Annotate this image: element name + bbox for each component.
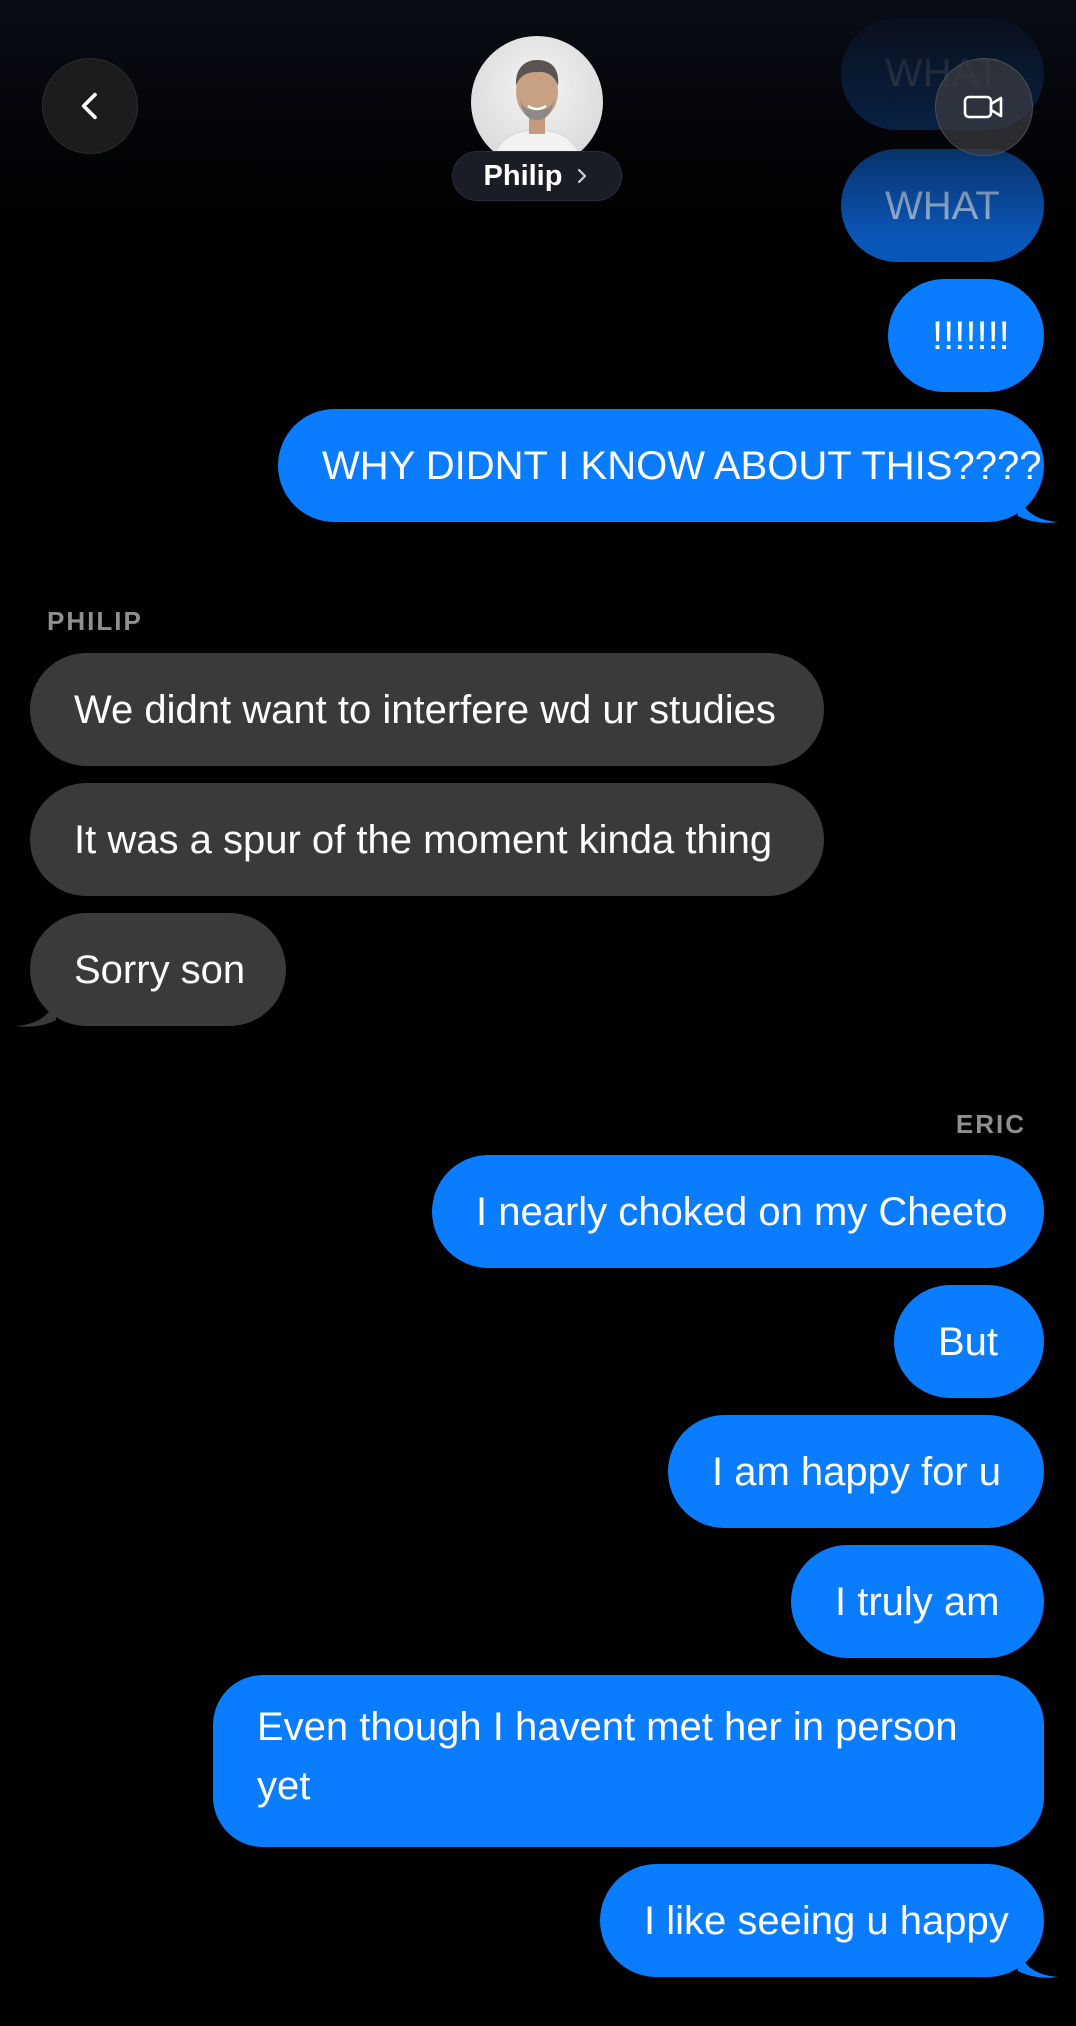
contact-name: Philip	[483, 159, 563, 192]
chevron-right-icon	[574, 166, 590, 186]
video-call-button[interactable]	[935, 58, 1033, 156]
message-text: !!!!!!!	[932, 314, 1010, 358]
message-bubble-outgoing[interactable]: WHY DIDNT I KNOW ABOUT THIS????	[278, 409, 1058, 523]
video-camera-icon	[963, 92, 1005, 122]
chevron-left-icon	[73, 89, 107, 123]
message-text: I truly am	[835, 1580, 1000, 1624]
message-bubble-outgoing[interactable]: I truly am	[791, 1545, 1044, 1658]
bubble-tail	[16, 998, 56, 1027]
contact-name-button[interactable]: Philip	[452, 151, 622, 201]
message-text: I like seeing u happy	[644, 1899, 1009, 1943]
sender-label: ERIC	[955, 1109, 1026, 1139]
message-text: We didnt want to interfere wd ur studies	[74, 688, 776, 732]
message-text: WHY DIDNT I KNOW ABOUT THIS????	[322, 444, 1042, 488]
message-text: Even though I havent met her in person y…	[257, 1705, 958, 1808]
message-bubble-incoming[interactable]: We didnt want to interfere wd ur studies	[30, 653, 824, 766]
sender-label: PHILIP	[47, 606, 143, 636]
message-text: It was a spur of the moment kinda thing	[74, 818, 773, 862]
bubble-tail	[1018, 1949, 1058, 1978]
message-bubble-outgoing[interactable]: But	[894, 1285, 1044, 1398]
message-text: But	[938, 1320, 999, 1364]
message-text: I am happy for u	[712, 1450, 1002, 1494]
message-bubble-outgoing[interactable]: !!!!!!!	[888, 279, 1044, 392]
message-text: I nearly choked on my Cheeto	[476, 1190, 1008, 1234]
message-bubble-outgoing[interactable]: I am happy for u	[668, 1415, 1044, 1528]
message-bubble-incoming[interactable]: It was a spur of the moment kinda thing	[30, 783, 824, 896]
back-button[interactable]	[42, 58, 138, 154]
message-bubble-outgoing[interactable]: WHAT	[841, 149, 1044, 262]
message-bubble-outgoing[interactable]: Even though I havent met her in person y…	[213, 1675, 1044, 1847]
message-bubble-incoming[interactable]: Sorry son	[16, 913, 286, 1027]
contact-avatar[interactable]	[471, 36, 603, 168]
message-bubble-outgoing[interactable]: I like seeing u happy	[600, 1864, 1058, 1978]
bubble-tail	[1018, 494, 1058, 523]
message-bubble-outgoing[interactable]: I nearly choked on my Cheeto	[432, 1155, 1044, 1268]
message-text: Sorry son	[74, 948, 246, 992]
message-text: WHAT	[885, 184, 1000, 228]
